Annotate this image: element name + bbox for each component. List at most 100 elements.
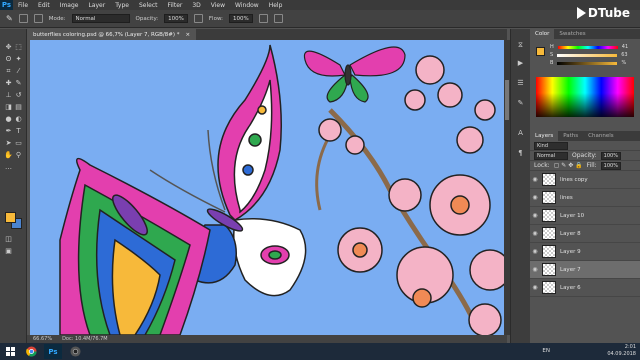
paragraph-panel-icon[interactable]: ¶: [516, 149, 525, 158]
zoom-readout[interactable]: 66.67%: [33, 336, 52, 342]
flow-field[interactable]: 100%: [229, 14, 253, 23]
hand-tool-icon[interactable]: ✋: [4, 151, 13, 160]
gradient-tool-icon[interactable]: ▤: [14, 103, 23, 112]
scrollbar-thumb[interactable]: [505, 80, 509, 120]
menu-select[interactable]: Select: [134, 2, 163, 9]
more-tools-icon[interactable]: …: [4, 163, 13, 172]
brush-tool-icon[interactable]: ✎: [6, 14, 13, 23]
close-icon[interactable]: ×: [185, 32, 190, 38]
brush-panel-icon[interactable]: [33, 14, 43, 23]
brush-tool-icon[interactable]: ✎: [14, 79, 23, 88]
blur-tool-icon[interactable]: ●: [4, 115, 13, 124]
layer-thumbnail: [542, 173, 556, 186]
menu-image[interactable]: Image: [55, 2, 84, 9]
lock-icons[interactable]: ▢ ✎ ✥ 🔒: [554, 162, 583, 169]
menu-file[interactable]: File: [13, 2, 33, 9]
menu-edit[interactable]: Edit: [33, 2, 55, 9]
path-select-tool-icon[interactable]: ➤: [4, 139, 13, 148]
kind-filter[interactable]: Kind: [534, 141, 568, 150]
fg-color-chip[interactable]: [536, 47, 545, 56]
crop-tool-icon[interactable]: ⌗: [4, 67, 13, 76]
shape-tool-icon[interactable]: ▭: [14, 139, 23, 148]
type-tool-icon[interactable]: T: [14, 127, 23, 136]
eye-icon[interactable]: ◉: [530, 302, 540, 303]
eye-icon[interactable]: ◉: [530, 194, 540, 201]
slider-b[interactable]: B %: [530, 59, 640, 67]
windows-start-icon[interactable]: [0, 343, 20, 360]
eye-icon[interactable]: ◉: [530, 230, 540, 237]
slider-h[interactable]: H 41: [530, 43, 640, 51]
layer-row[interactable]: ◉ lines: [530, 189, 640, 207]
history-panel-icon[interactable]: ⧖: [516, 41, 525, 50]
eye-icon[interactable]: ◉: [530, 284, 540, 291]
photoshop-logo: Ps: [0, 0, 13, 10]
screen-mode-icon[interactable]: ▣: [4, 247, 13, 256]
lasso-tool-icon[interactable]: ʘ: [4, 55, 13, 64]
stamp-tool-icon[interactable]: ⊥: [4, 91, 13, 100]
camera-taskbar-icon[interactable]: [66, 344, 84, 359]
mode-select[interactable]: Normal: [71, 14, 130, 23]
fill-field[interactable]: 100%: [600, 161, 621, 170]
chrome-taskbar-icon[interactable]: [22, 344, 40, 359]
menu-type[interactable]: Type: [110, 2, 134, 9]
menu-view[interactable]: View: [206, 2, 230, 9]
system-clock[interactable]: 2:01 04.09.2018: [607, 344, 636, 358]
airbrush-icon[interactable]: [258, 14, 268, 23]
slider-s[interactable]: S 63: [530, 51, 640, 59]
marquee-tool-icon[interactable]: ⬚: [14, 43, 23, 52]
pen-tool-icon[interactable]: ✒: [4, 127, 13, 136]
menu-3d[interactable]: 3D: [187, 2, 205, 9]
layer-group-row[interactable]: ◉▸▭background: [530, 297, 640, 303]
foreground-color-swatch[interactable]: [5, 212, 16, 223]
brush-preset-icon[interactable]: [18, 14, 28, 23]
color-spectrum[interactable]: [536, 77, 634, 117]
tab-color[interactable]: Color: [530, 29, 555, 39]
layer-opacity-field[interactable]: 100%: [600, 151, 621, 160]
zoom-tool-icon[interactable]: ⚲: [14, 151, 23, 160]
language-indicator[interactable]: EN: [542, 348, 550, 354]
quick-select-tool-icon[interactable]: ✦: [14, 55, 23, 64]
menu-filter[interactable]: Filter: [163, 2, 188, 9]
tab-swatches[interactable]: Swatches: [554, 29, 590, 39]
menu-window[interactable]: Window: [230, 2, 264, 9]
layer-row[interactable]: ◉ Layer 9: [530, 243, 640, 261]
eyedropper-tool-icon[interactable]: ⁄: [14, 67, 23, 76]
layer-row[interactable]: ◉ Layer 6: [530, 279, 640, 297]
folder-icon: ▸▭: [543, 302, 552, 303]
saturation-track[interactable]: [557, 53, 618, 57]
quick-mask-icon[interactable]: ◫: [4, 235, 13, 244]
character-panel-icon[interactable]: A: [516, 129, 525, 138]
pressure-opacity-icon[interactable]: [193, 14, 203, 23]
menu-help[interactable]: Help: [264, 2, 288, 9]
eye-icon[interactable]: ◉: [530, 176, 540, 183]
photoshop-taskbar-icon[interactable]: Ps: [44, 344, 62, 359]
opacity-field[interactable]: 100%: [164, 14, 188, 23]
tab-layers[interactable]: Layers: [530, 131, 559, 141]
history-brush-icon[interactable]: ↺: [14, 91, 23, 100]
menu-layer[interactable]: Layer: [83, 2, 110, 9]
layer-row[interactable]: ◉ lines copy: [530, 171, 640, 189]
dodge-tool-icon[interactable]: ◐: [14, 115, 23, 124]
document-tab[interactable]: butterflies coloring.psd @ 66,7% (Layer …: [27, 29, 197, 40]
layer-row[interactable]: ◉ Layer 10: [530, 207, 640, 225]
hue-track[interactable]: [557, 45, 618, 49]
play-triangle-icon: [576, 7, 586, 19]
document-canvas[interactable]: [30, 40, 504, 335]
tab-channels[interactable]: Channels: [583, 131, 618, 141]
brush-panel-icon[interactable]: ✎: [516, 99, 525, 108]
healing-tool-icon[interactable]: ✚: [4, 79, 13, 88]
eye-icon[interactable]: ◉: [530, 266, 540, 273]
layer-row[interactable]: ◉ Layer 8: [530, 225, 640, 243]
pressure-size-icon[interactable]: [273, 14, 283, 23]
eye-icon[interactable]: ◉: [530, 212, 540, 219]
brightness-track[interactable]: [557, 61, 618, 65]
actions-panel-icon[interactable]: ▶: [516, 59, 525, 68]
move-tool-icon[interactable]: ✥: [4, 43, 13, 52]
layer-row-selected[interactable]: ◉ Layer 7: [530, 261, 640, 279]
windows-taskbar: Ps EN 2:01 04.09.2018: [0, 343, 640, 360]
tab-paths[interactable]: Paths: [558, 131, 583, 141]
blend-mode-select[interactable]: Normal: [534, 151, 568, 160]
eraser-tool-icon[interactable]: ◨: [4, 103, 13, 112]
eye-icon[interactable]: ◉: [530, 248, 540, 255]
properties-panel-icon[interactable]: ☰: [516, 79, 525, 88]
